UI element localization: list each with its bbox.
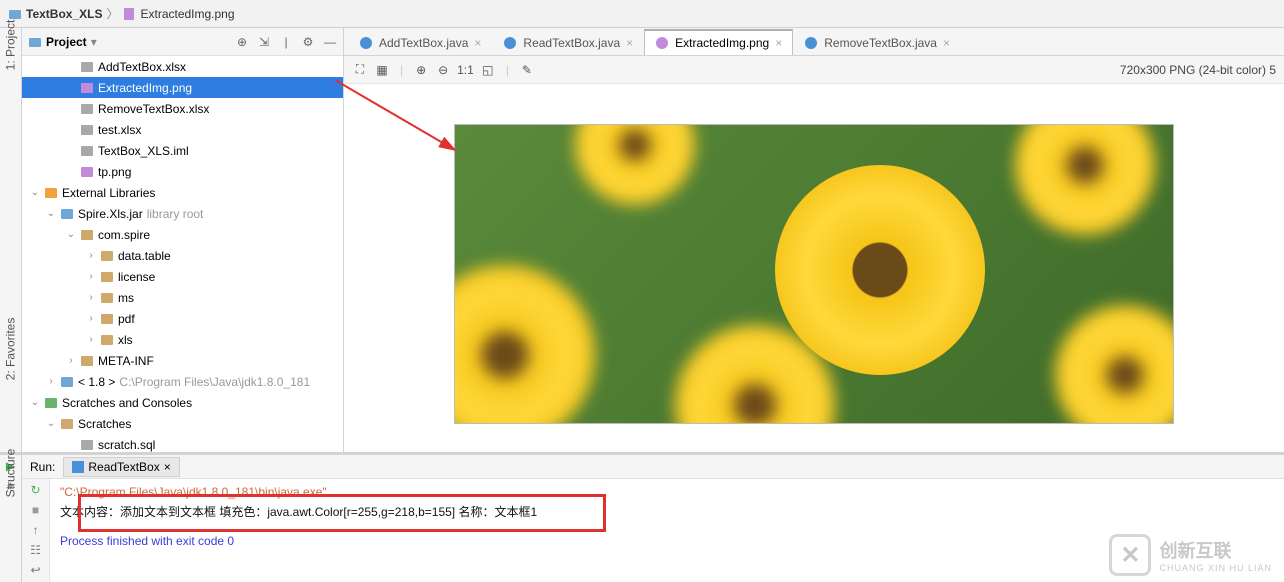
image-toolbar: ⛶ ▦ | ⊕ ⊖ 1:1 ◱ | ✎ 720x300 PNG (24-bit … xyxy=(344,56,1284,84)
project-icon xyxy=(28,35,42,49)
tree-item[interactable]: RemoveTextBox.xlsx xyxy=(22,98,343,119)
rail-favorites[interactable]: 2: Favorites xyxy=(4,318,18,381)
grid-icon[interactable]: ▦ xyxy=(374,62,390,78)
logo-mark-icon: ✕ xyxy=(1109,534,1151,576)
tree-item[interactable]: ⌄Spire.Xls.jar library root xyxy=(22,203,343,224)
close-icon[interactable]: × xyxy=(626,36,633,50)
tree-item[interactable]: TextBox_XLS.iml xyxy=(22,140,343,161)
sidebar-header: Project ▾ ⊕ ⇲ | ⚙ — xyxy=(22,28,343,56)
tree-item[interactable]: ⌄Scratches xyxy=(22,413,343,434)
fullscreen-icon[interactable]: ⛶ xyxy=(352,62,368,78)
rail-structure[interactable]: Structure xyxy=(4,449,18,498)
wrap-icon[interactable]: ↩ xyxy=(30,563,40,577)
tree-item[interactable]: ›ms xyxy=(22,287,343,308)
tree-item[interactable]: ⌄com.spire xyxy=(22,224,343,245)
up-icon[interactable]: ↑ xyxy=(33,523,39,537)
tree-item[interactable]: ›< 1.8 > C:\Program Files\Java\jdk1.8.0_… xyxy=(22,371,343,392)
tree-item[interactable]: ⌄Scratches and Consoles xyxy=(22,392,343,413)
tree-item[interactable]: scratch.sql xyxy=(22,434,343,452)
tree-item[interactable]: tp.png xyxy=(22,161,343,182)
run-label: Run: xyxy=(30,460,55,474)
minimize-icon[interactable]: — xyxy=(323,35,337,49)
project-sidebar: Project ▾ ⊕ ⇲ | ⚙ — AddTextBox.xlsxExtra… xyxy=(22,28,344,452)
editor-tab[interactable]: AddTextBox.java× xyxy=(348,29,492,55)
tree-item[interactable]: ⌄External Libraries xyxy=(22,182,343,203)
chevron-right-icon: 〉 xyxy=(106,5,118,22)
tree-item[interactable]: ›pdf xyxy=(22,308,343,329)
zoom-ratio[interactable]: 1:1 xyxy=(457,63,474,77)
close-icon[interactable]: × xyxy=(775,36,782,50)
fit-icon[interactable]: ◱ xyxy=(480,62,496,78)
image-content xyxy=(454,124,1174,424)
run-tab[interactable]: ReadTextBox × xyxy=(63,457,179,477)
watermark-logo: ✕ 创新互联 CHUANG XIN HU LIAN xyxy=(1109,534,1272,576)
rail-project[interactable]: 1: Project xyxy=(4,20,18,71)
stop-icon[interactable]: ■ xyxy=(32,503,39,517)
gear-icon[interactable]: ⚙ xyxy=(301,35,315,49)
editor-area: AddTextBox.java×ReadTextBox.java×Extract… xyxy=(344,28,1284,452)
run-config-icon xyxy=(72,461,84,473)
breadcrumb-file[interactable]: ExtractedImg.png xyxy=(122,7,234,21)
editor-tabs: AddTextBox.java×ReadTextBox.java×Extract… xyxy=(344,28,1284,56)
tree-item[interactable]: AddTextBox.xlsx xyxy=(22,56,343,77)
breadcrumb-root[interactable]: TextBox_XLS xyxy=(8,7,102,21)
image-viewer[interactable] xyxy=(344,84,1284,452)
image-file-icon xyxy=(122,7,136,21)
logo-pinyin: CHUANG XIN HU LIAN xyxy=(1159,563,1272,573)
console-output[interactable]: "C:\Program Files\Java\jdk1.8.0_181\bin\… xyxy=(50,479,1284,582)
tree-item[interactable]: ›META-INF xyxy=(22,350,343,371)
project-tree[interactable]: AddTextBox.xlsxExtractedImg.pngRemoveTex… xyxy=(22,56,343,452)
layout-icon[interactable]: ☷ xyxy=(30,543,41,557)
editor-tab[interactable]: ExtractedImg.png× xyxy=(644,29,793,55)
tree-item[interactable]: ›xls xyxy=(22,329,343,350)
logo-brand: 创新互联 xyxy=(1159,537,1272,563)
dropdown-arrow-icon[interactable]: ▾ xyxy=(91,35,97,49)
editor-tab[interactable]: RemoveTextBox.java× xyxy=(793,29,961,55)
color-picker-icon[interactable]: ✎ xyxy=(519,62,535,78)
tree-item[interactable]: ExtractedImg.png xyxy=(22,77,343,98)
left-tool-rail: 1: Project 2: Favorites Structure xyxy=(0,28,22,452)
breadcrumb: TextBox_XLS 〉 ExtractedImg.png xyxy=(0,0,1284,28)
sidebar-title: Project xyxy=(46,35,87,49)
tree-item[interactable]: test.xlsx xyxy=(22,119,343,140)
editor-tab[interactable]: ReadTextBox.java× xyxy=(492,29,644,55)
zoom-out-icon[interactable]: ⊖ xyxy=(435,62,451,78)
image-info: 720x300 PNG (24-bit color) 5 xyxy=(1120,63,1276,77)
console-exit: Process finished with exit code 0 xyxy=(60,534,1274,548)
console-command: "C:\Program Files\Java\jdk1.8.0_181\bin\… xyxy=(60,485,1274,499)
zoom-in-icon[interactable]: ⊕ xyxy=(413,62,429,78)
expand-icon[interactable]: ⇲ xyxy=(257,35,271,49)
close-icon[interactable]: × xyxy=(943,36,950,50)
target-icon[interactable]: ⊕ xyxy=(235,35,249,49)
console-line: 文本内容：添加文本到文本框 填充色：java.awt.Color[r=255,g… xyxy=(60,503,1274,520)
close-icon[interactable]: × xyxy=(474,36,481,50)
divider: | xyxy=(279,35,293,49)
run-header: Run: ReadTextBox × xyxy=(22,455,1284,479)
rerun-icon[interactable]: ↻ xyxy=(30,483,40,497)
run-rail-2: ↻ ■ ↑ ☷ ↩ xyxy=(22,479,50,582)
run-panel: ▶ ✦ Run: ReadTextBox × ↻ ■ ↑ ☷ ↩ "C:\Pro… xyxy=(0,452,1284,582)
close-icon[interactable]: × xyxy=(164,460,171,474)
tree-item[interactable]: ›license xyxy=(22,266,343,287)
tree-item[interactable]: ›data.table xyxy=(22,245,343,266)
